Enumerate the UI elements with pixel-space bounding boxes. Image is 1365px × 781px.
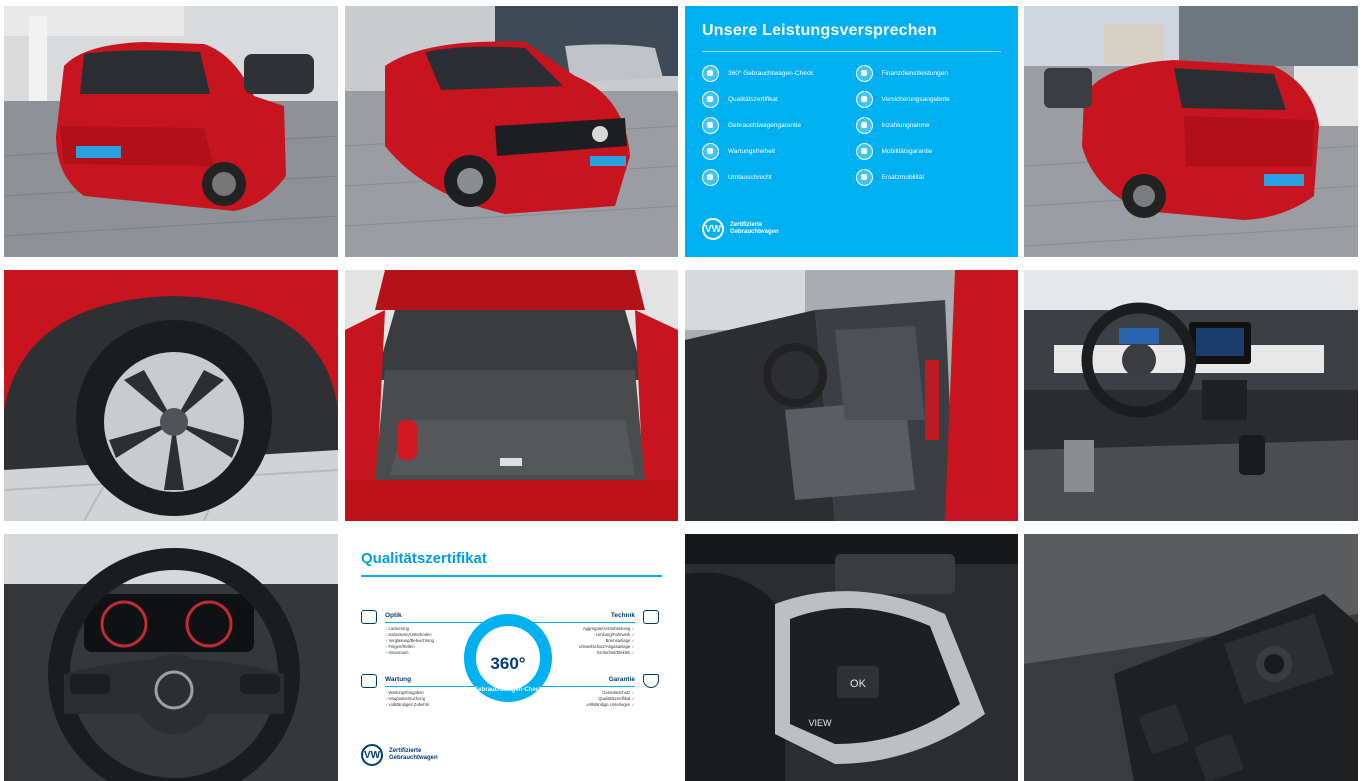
trade-in-icon: [855, 116, 873, 134]
promise-item: Wartungsfreiheit: [702, 142, 848, 160]
optik-title: Optik: [385, 612, 402, 619]
wheel-closeup-image: [4, 270, 338, 521]
check-360-label: Gebrauchtwagen-Check: [473, 687, 543, 693]
promise-item: Gebrauchtwagengarantie: [702, 116, 848, 134]
car-rear-street-image: [1024, 6, 1358, 257]
certified-brand: VW Zertifizierte Gebrauchtwagen: [702, 218, 779, 240]
cockpit-dashboard-image: [1024, 270, 1358, 521]
brand-line-1: Zertifizierte: [389, 748, 422, 754]
insurance-icon: [855, 90, 873, 108]
finance-icon: [855, 64, 873, 82]
car-rear-outdoor-image: [4, 6, 338, 257]
guarantee-shield-icon: [702, 116, 719, 134]
vw-logo-icon: VW: [702, 218, 724, 240]
garantie-item: vollständige Unterlagen: [525, 702, 635, 708]
photo-car-front-outdoor[interactable]: [345, 6, 678, 257]
trunk-open-image: [345, 270, 678, 521]
car-front-outdoor-image: [345, 6, 678, 257]
photo-car-rear-street[interactable]: [1024, 6, 1358, 257]
driver-door-seat-image: [685, 270, 1018, 521]
check-360-value: 360°: [490, 654, 526, 673]
cert-divider: [361, 575, 662, 577]
photo-steering-wheel-instruments[interactable]: [4, 534, 338, 781]
technik-car-icon: [643, 610, 659, 624]
certificate-panel[interactable]: Qualitätszertifikat Optik Lackierung Kar…: [345, 534, 678, 781]
exchange-icon: [702, 168, 719, 186]
photo-trunk-open[interactable]: [345, 270, 678, 521]
promise-item: Inzahlungnahme: [855, 116, 1002, 134]
certified-brand: VW Zertifizierte Gebrauchtwagen: [361, 744, 438, 766]
technik-title: Technik: [610, 612, 635, 619]
promise-list: 360° Gebrauchtwagen-Check Finanzdienstle…: [702, 64, 1001, 186]
mirror-window-switches-image: [1024, 534, 1358, 781]
vw-logo-icon: VW: [361, 744, 383, 766]
mobility-car-icon: [855, 142, 873, 160]
photo-driver-door-seat[interactable]: [685, 270, 1018, 521]
brand-line-2: Gebrauchtwagen: [730, 229, 779, 235]
ok-button-label: OK: [850, 678, 867, 690]
promise-item: 360° Gebrauchtwagen-Check: [702, 64, 848, 82]
wartung-wrench-icon: [361, 674, 377, 688]
cert-title: Qualitätszertifikat: [361, 550, 487, 567]
check-360-icon: [702, 64, 719, 82]
promise-item: Finanzdienstleistungen: [855, 64, 1002, 82]
certificate-icon: [702, 90, 719, 108]
photo-cockpit-dashboard[interactable]: [1024, 270, 1358, 521]
promise-title: Unsere Leistungsversprechen: [702, 22, 937, 39]
promise-item: Umtauschrecht: [702, 168, 848, 186]
wrench-icon: [702, 142, 719, 160]
optik-car-icon: [361, 610, 377, 624]
photo-car-rear-outdoor[interactable]: [4, 6, 338, 257]
promise-item: Versicherungsangebote: [855, 90, 1002, 108]
steering-wheel-instruments-image: [4, 534, 338, 781]
photo-steering-wheel-buttons[interactable]: OK VIEW: [685, 534, 1018, 781]
brand-line-1: Zertifizierte: [730, 222, 763, 228]
brand-line-2: Gebrauchtwagen: [389, 755, 438, 761]
promise-item: Qualitätszertifikat: [702, 90, 848, 108]
view-button-label: VIEW: [808, 718, 832, 728]
replacement-car-icon: [855, 168, 873, 186]
steering-wheel-buttons-image: OK VIEW: [685, 534, 1018, 781]
promise-item: Ersatzmobilität: [855, 168, 1002, 186]
garantie-shield-icon: [643, 674, 659, 688]
wartung-item: vollständiges Zubehör: [385, 702, 495, 708]
promise-divider: [702, 51, 1001, 52]
photo-wheel-closeup[interactable]: [4, 270, 338, 521]
promise-item: Mobilitätsgarantie: [855, 142, 1002, 160]
promise-panel[interactable]: Unsere Leistungsversprechen 360° Gebrauc…: [685, 6, 1018, 257]
photo-gallery: Unsere Leistungsversprechen 360° Gebrauc…: [0, 0, 1365, 781]
photo-mirror-window-switches[interactable]: [1024, 534, 1358, 781]
